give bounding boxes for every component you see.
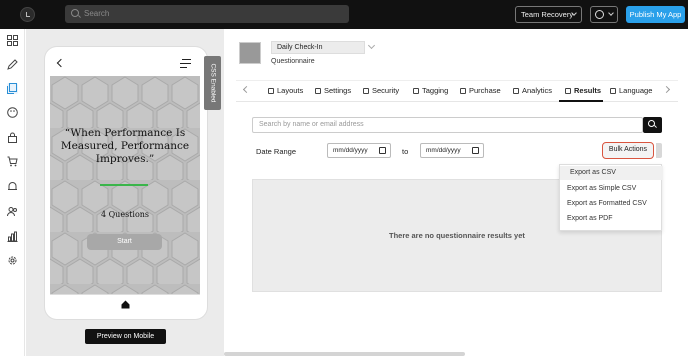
export-pdf-item[interactable]: Export as PDF [560,212,663,226]
lock-icon[interactable] [7,132,18,143]
tab-analytics[interactable]: Analytics [513,86,552,101]
results-search-placeholder: Search by name or email address [259,121,364,128]
results-search-input[interactable]: Search by name or email address [252,117,643,133]
team-label: Team Recovery [521,10,574,19]
user-avatar-icon [595,10,604,19]
language-icon [610,88,616,94]
settings-icon [315,88,321,94]
css-enabled-tab[interactable]: CSS Enabled [204,56,221,110]
css-enabled-label: CSS Enabled [209,63,217,103]
export-formatted-csv-item[interactable]: Export as Formatted CSV [560,197,663,211]
chart-icon[interactable] [7,231,18,242]
date-from-value: mm/dd/yyyy [333,147,368,154]
tab-settings[interactable]: Settings [315,86,351,101]
bulk-actions-menu: Export as CSV Export as Simple CSV Expor… [559,164,663,231]
app-name-field[interactable]: Daily Check-In [271,41,365,54]
calendar-icon[interactable] [472,147,479,154]
tab-tagging[interactable]: Tagging [413,86,448,101]
preview-on-mobile-button[interactable]: Preview on Mobile [85,329,166,344]
active-tab-indicator [559,100,603,102]
global-search-placeholder: Search [84,9,110,18]
home-icon[interactable] [121,300,130,309]
date-to-value: mm/dd/yyyy [426,147,461,154]
bulk-actions-edge [656,143,662,158]
hero-section: “When Performance Is Measured, Performan… [50,76,200,294]
date-range-label: Date Range [256,147,297,156]
user-menu-button[interactable] [590,6,618,23]
gear-icon[interactable] [7,255,18,266]
app-type-label: Questionnaire [271,58,315,65]
top-bar: Search Team Recovery Publish My App [0,0,688,29]
pencil-icon[interactable] [7,59,18,70]
team-selector[interactable]: Team Recovery [515,6,582,23]
hero-title: “When Performance Is Measured, Performan… [60,127,190,165]
tag-icon [413,88,419,94]
export-csv-item[interactable]: Export as CSV [560,166,663,180]
date-from-input[interactable]: mm/dd/yyyy [327,143,391,158]
app-logo-icon[interactable] [20,7,35,22]
palette-icon[interactable] [7,107,18,118]
bulk-actions-button[interactable]: Bulk Actions [602,142,654,159]
export-simple-csv-item[interactable]: Export as Simple CSV [560,182,663,196]
card-icon [460,88,466,94]
left-sidebar [0,29,25,356]
hamburger-menu-icon[interactable] [180,59,191,69]
calendar-icon[interactable] [379,147,386,154]
pages-icon[interactable] [7,83,18,94]
tab-security[interactable]: Security [363,86,399,101]
search-icon [648,120,655,127]
layout-icon [268,88,274,94]
cart-icon[interactable] [7,156,18,167]
phone-header [50,52,200,76]
analytics-icon [513,88,519,94]
users-icon[interactable] [7,206,18,217]
results-icon [565,88,571,94]
app-thumbnail[interactable] [239,42,261,64]
global-search-input[interactable]: Search [65,5,349,23]
search-icon [71,9,79,17]
tab-purchase[interactable]: Purchase [460,86,501,101]
tab-language[interactable]: Language [610,86,652,101]
tab-results[interactable]: Results [565,86,601,101]
horizontal-scrollbar[interactable] [224,352,465,356]
date-to-label: to [402,147,409,156]
question-count: 4 Questions [100,210,150,219]
chevron-down-icon [608,10,614,16]
bell-icon[interactable] [7,181,18,192]
empty-results-message: There are no questionnaire results yet [389,231,525,240]
publish-button[interactable]: Publish My App [626,6,685,23]
results-search-button[interactable] [643,117,662,133]
grid-icon[interactable] [7,35,18,46]
date-to-input[interactable]: mm/dd/yyyy [420,143,484,158]
start-button[interactable]: Start [87,234,162,250]
tab-layouts[interactable]: Layouts [268,86,303,101]
shield-icon [363,88,369,94]
phone-footer [50,294,200,314]
accent-divider [100,184,148,186]
